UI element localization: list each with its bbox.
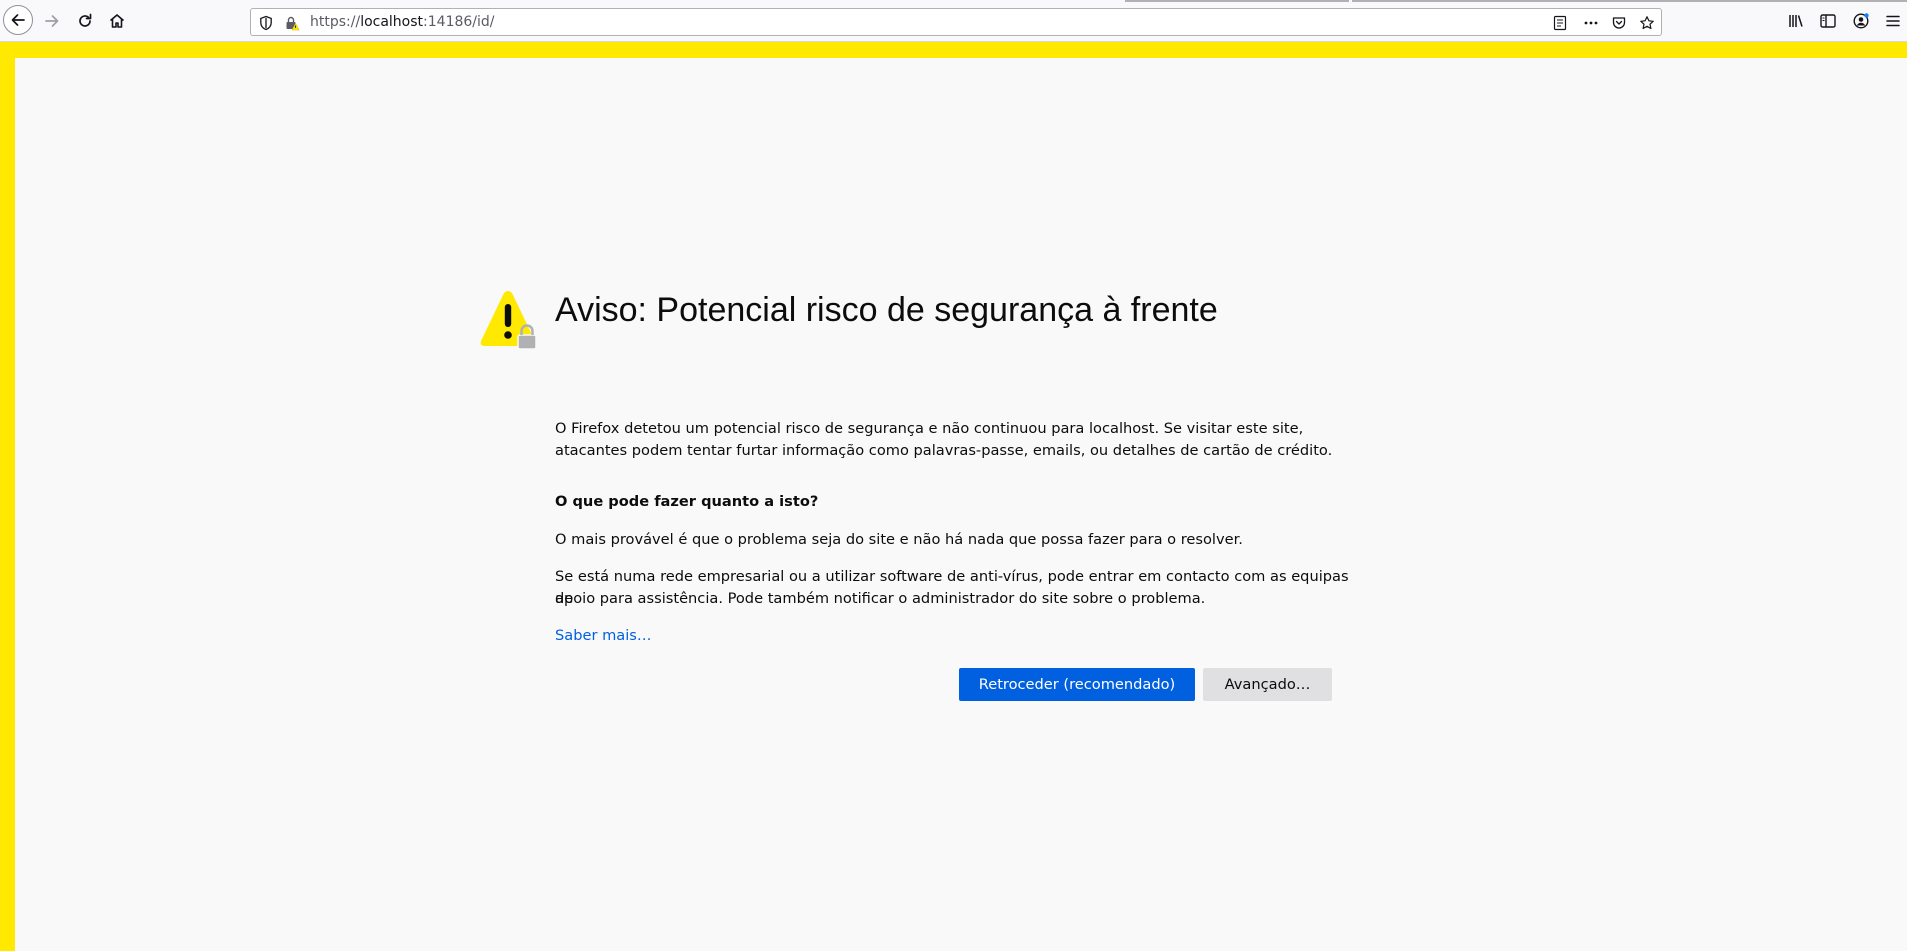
forward-button[interactable] (37, 5, 67, 37)
what-to-do-heading: O que pode fazer quanto a isto? (555, 493, 819, 510)
pocket-icon[interactable] (1609, 13, 1629, 33)
reader-view-icon[interactable] (1550, 13, 1570, 33)
url-text[interactable]: https://localhost:14186/id/ (310, 13, 495, 31)
tracking-protection-shield-icon[interactable] (256, 13, 276, 33)
intro-text-line-2: atacantes podem tentar furtar informação… (555, 442, 1333, 459)
back-icon (11, 14, 25, 26)
forward-icon (45, 15, 59, 27)
sidebar-icon (1820, 14, 1836, 28)
sidebar-button[interactable] (1813, 5, 1843, 37)
security-warning-icon (480, 291, 537, 350)
home-button[interactable] (102, 5, 132, 37)
menu-icon (1886, 15, 1900, 27)
reload-icon (79, 13, 92, 27)
url-bar[interactable]: https://localhost:14186/id/ (250, 8, 1662, 36)
account-icon (1853, 13, 1869, 29)
go-back-button[interactable]: Retroceder (recomendado) (959, 668, 1195, 701)
browser-toolbar: https://localhost:14186/id/ (0, 0, 1907, 42)
insecure-lock-warning-icon[interactable] (282, 13, 302, 33)
bookmark-star-icon[interactable] (1637, 13, 1657, 33)
tab-indicator (1352, 0, 1907, 2)
account-button[interactable] (1846, 5, 1876, 37)
network-text-line-2: apoio para assistência. Pode também noti… (555, 590, 1206, 607)
tab-indicator (1125, 0, 1349, 2)
library-icon (1789, 15, 1803, 27)
page-title: Aviso: Potencial risco de segurança à fr… (555, 291, 1218, 329)
advanced-button[interactable]: Avançado… (1203, 668, 1332, 701)
reload-button[interactable] (70, 5, 100, 37)
likely-cause-text: O mais provável é que o problema seja do… (555, 531, 1243, 548)
library-button[interactable] (1781, 5, 1811, 37)
menu-button[interactable] (1878, 5, 1907, 37)
intro-text-line-1: O Firefox detetou um potencial risco de … (555, 420, 1304, 437)
home-icon (109, 14, 125, 28)
learn-more-link[interactable]: Saber mais… (555, 625, 652, 647)
back-button[interactable] (3, 5, 33, 35)
page-actions-icon[interactable] (1581, 13, 1601, 33)
